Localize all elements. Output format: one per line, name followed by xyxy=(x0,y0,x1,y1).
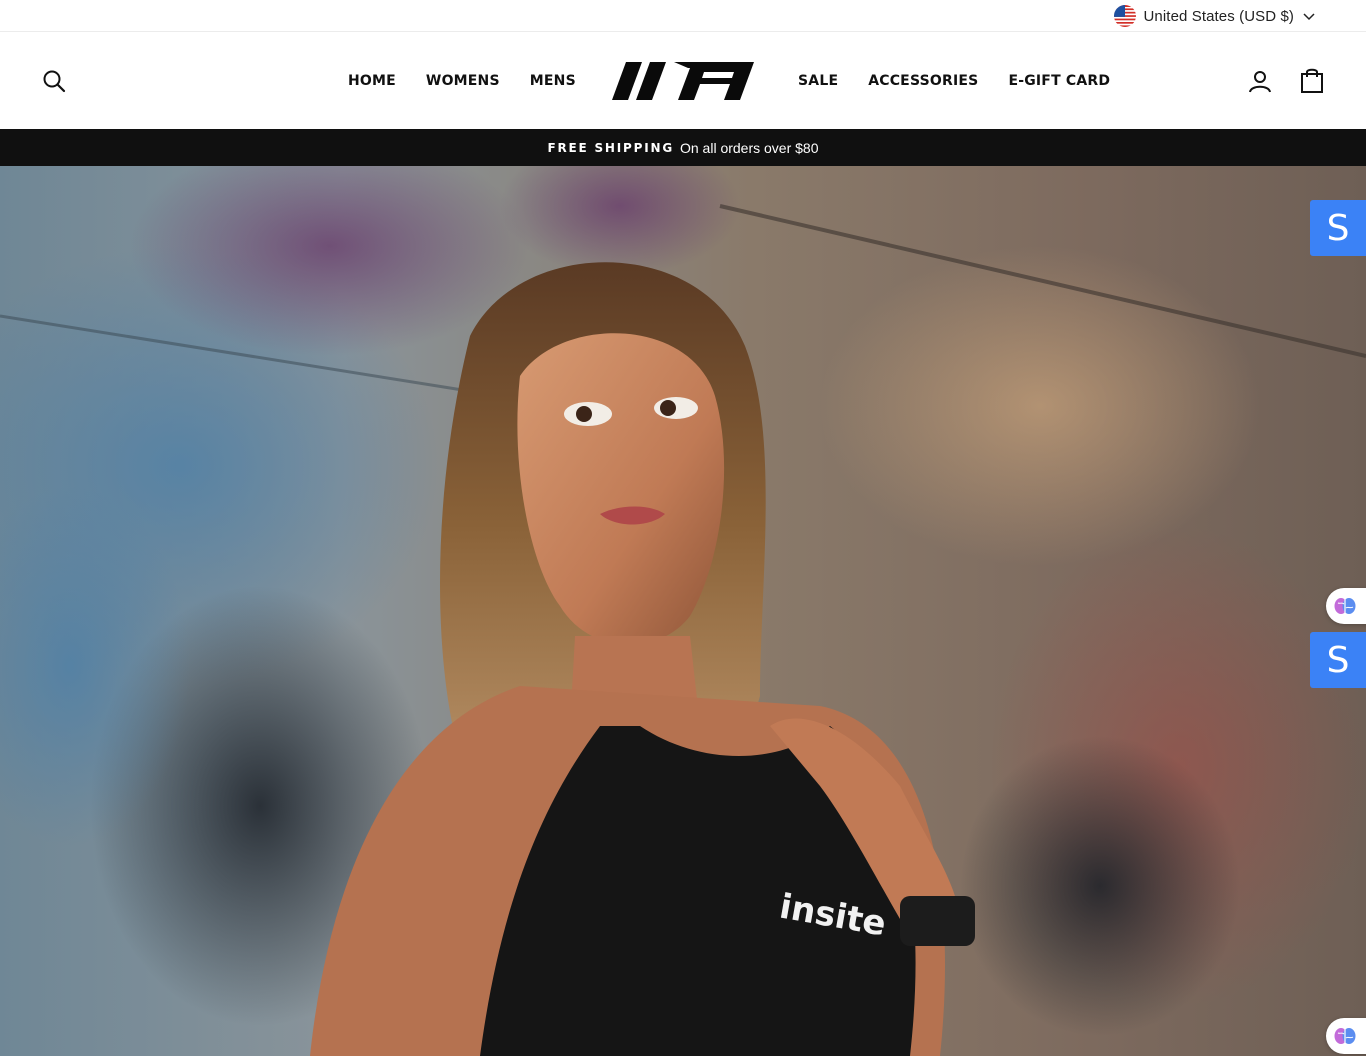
primary-nav-right: SALE ACCESSORIES E-GIFT CARD xyxy=(798,70,1110,92)
site-header: HOME WOMENS MENS SALE ACCESSORIES E-GIFT… xyxy=(0,32,1366,129)
utility-bar: United States (USD $) xyxy=(0,0,1366,32)
announcement-bar: FREE SHIPPING On all orders over $80 xyxy=(0,129,1366,166)
announcement-text: On all orders over $80 xyxy=(679,139,819,156)
nav-womens[interactable]: WOMENS xyxy=(426,70,500,92)
user-icon xyxy=(1249,71,1271,93)
search-icon xyxy=(43,70,66,93)
us-flag-icon xyxy=(1113,5,1136,27)
nav-sale[interactable]: SALE xyxy=(798,70,838,92)
nav-accessories[interactable]: ACCESSORIES xyxy=(868,70,978,92)
cart-button[interactable] xyxy=(1298,66,1326,94)
s-widget-button-bottom[interactable]: S xyxy=(1310,632,1366,688)
hero-image[interactable]: insite xyxy=(0,166,1366,1056)
chevron-down-icon xyxy=(1302,9,1316,23)
search-button[interactable] xyxy=(40,67,68,95)
nav-e-gift-card[interactable]: E-GIFT CARD xyxy=(1008,70,1110,92)
brain-widget-button-bottom[interactable] xyxy=(1326,1018,1366,1054)
account-button[interactable] xyxy=(1246,67,1274,95)
brain-icon xyxy=(1334,1028,1356,1044)
nav-mens[interactable]: MENS xyxy=(530,70,576,92)
s-widget-button-top[interactable]: S xyxy=(1310,200,1366,256)
currency-label: United States (USD $) xyxy=(1143,7,1294,25)
brand-logo[interactable] xyxy=(612,62,754,100)
nav-home[interactable]: HOME xyxy=(348,70,396,92)
brain-widget-button-top[interactable] xyxy=(1326,588,1366,624)
shopping-bag-icon xyxy=(1301,68,1323,93)
currency-selector[interactable]: United States (USD $) xyxy=(1113,5,1317,27)
brain-icon xyxy=(1334,598,1356,614)
primary-nav-left: HOME WOMENS MENS xyxy=(348,70,576,92)
announcement-strong: FREE SHIPPING xyxy=(547,140,674,155)
